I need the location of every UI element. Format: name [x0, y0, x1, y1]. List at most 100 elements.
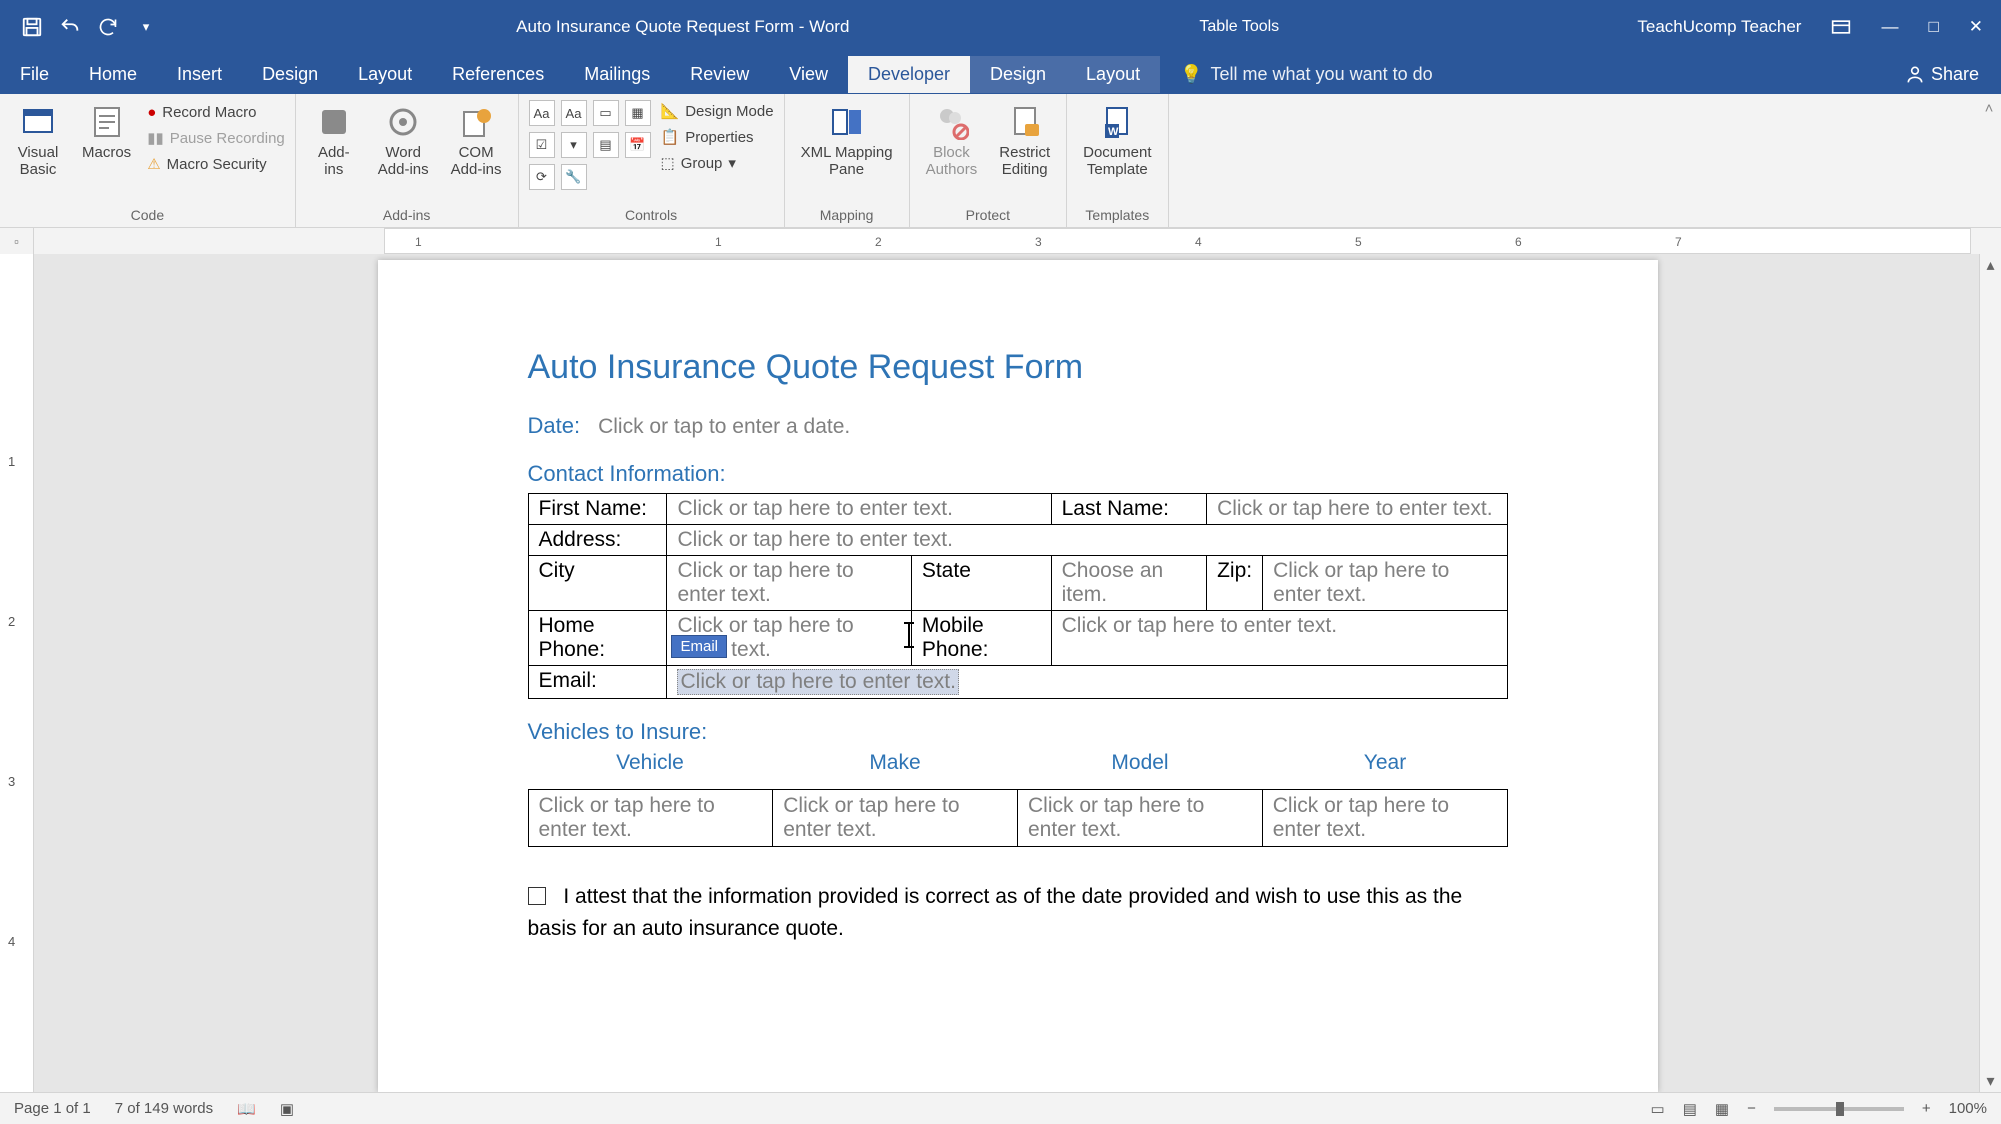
block-authors-label: Block Authors	[926, 144, 978, 178]
last-name-field[interactable]: Click or tap here to enter text.	[1207, 494, 1507, 525]
email-field[interactable]: Click or tap here to enter text.	[677, 669, 958, 695]
city-field[interactable]: Click or tap here to enter text.	[667, 556, 911, 611]
tab-design[interactable]: Design	[242, 56, 338, 93]
table-row: Address: Click or tap here to enter text…	[528, 525, 1507, 556]
tab-mailings[interactable]: Mailings	[564, 56, 670, 93]
group-addins-label: Add-ins	[306, 203, 508, 223]
tab-developer[interactable]: Developer	[848, 56, 970, 93]
tell-me-search[interactable]: 💡 Tell me what you want to do	[1160, 64, 1883, 85]
building-block-control-icon[interactable]: ▦	[625, 100, 651, 126]
group-icon: ⬚	[661, 154, 675, 172]
save-icon[interactable]	[20, 15, 44, 39]
date-control-icon[interactable]: 📅	[625, 132, 651, 158]
ruler-corner[interactable]: ▫	[0, 228, 34, 254]
word-addins-button[interactable]: Word Add-ins	[372, 100, 435, 182]
macro-security-button[interactable]: ⚠Macro Security	[147, 155, 285, 173]
zoom-in-icon[interactable]: +	[1922, 1100, 1931, 1117]
record-macro-button[interactable]: ●Record Macro	[147, 104, 285, 121]
redo-icon[interactable]	[96, 15, 120, 39]
vertical-ruler[interactable]: 1 2 3 4	[0, 254, 34, 1092]
addins-button[interactable]: Add- ins	[306, 100, 362, 182]
zoom-slider-thumb[interactable]	[1836, 1102, 1844, 1116]
macro-recorder-icon[interactable]: ▣	[280, 1100, 294, 1118]
date-content-control[interactable]: Click or tap to enter a date.	[598, 415, 850, 439]
properties-label: Properties	[685, 129, 753, 146]
share-button[interactable]: Share	[1883, 64, 2001, 85]
collapse-ribbon-icon[interactable]: ˄	[1977, 94, 2001, 227]
pause-recording-button[interactable]: ▮▮Pause Recording	[147, 129, 285, 147]
undo-icon[interactable]	[58, 15, 82, 39]
zip-field[interactable]: Click or tap here to enter text.	[1263, 556, 1507, 611]
xml-mapping-button[interactable]: XML Mapping Pane	[795, 100, 899, 182]
vertical-scrollbar[interactable]: ▴ ▾	[1979, 254, 2001, 1092]
legacy-tools-icon[interactable]: 🔧	[561, 164, 587, 190]
scrollbar-track[interactable]	[1980, 276, 2001, 1070]
visual-basic-button[interactable]: Visual Basic	[10, 100, 66, 182]
document-title: Auto Insurance Quote Request Form - Word	[516, 17, 849, 37]
repeating-control-icon[interactable]: ⟳	[529, 164, 555, 190]
contact-section-header: Contact Information:	[528, 461, 1508, 487]
word-count[interactable]: 7 of 149 words	[115, 1100, 213, 1117]
table-row: City Click or tap here to enter text. St…	[528, 556, 1507, 611]
tab-home[interactable]: Home	[69, 56, 157, 93]
combobox-control-icon[interactable]: ▾	[561, 132, 587, 158]
group-button[interactable]: ⬚Group ▾	[661, 154, 774, 172]
rich-text-control-icon[interactable]: Aa	[529, 100, 555, 126]
close-icon[interactable]: ✕	[1969, 17, 1983, 37]
ribbon-display-icon[interactable]	[1831, 19, 1851, 35]
quick-access-toolbar: ▾	[0, 15, 158, 39]
tab-review[interactable]: Review	[670, 56, 769, 93]
checkbox-control-icon[interactable]: ☑	[529, 132, 555, 158]
tab-layout[interactable]: Layout	[338, 56, 432, 93]
tab-view[interactable]: View	[769, 56, 848, 93]
restrict-editing-button[interactable]: Restrict Editing	[993, 100, 1056, 182]
maximize-icon[interactable]: □	[1928, 17, 1938, 37]
zoom-slider[interactable]	[1774, 1107, 1904, 1111]
scroll-down-icon[interactable]: ▾	[1980, 1070, 2001, 1092]
vehicle-field[interactable]: Click or tap here to enter text.	[528, 790, 773, 847]
group-templates: WDocument Template Templates	[1067, 94, 1168, 227]
picture-control-icon[interactable]: ▭	[593, 100, 619, 126]
year-field[interactable]: Click or tap here to enter text.	[1262, 790, 1507, 847]
address-field[interactable]: Click or tap here to enter text.	[667, 525, 1507, 556]
document-viewport[interactable]: Auto Insurance Quote Request Form Date: …	[34, 254, 2001, 1092]
horizontal-ruler[interactable]: 11234567	[384, 228, 1971, 254]
tab-context-layout[interactable]: Layout	[1066, 56, 1160, 93]
state-field[interactable]: Choose an item.	[1051, 556, 1206, 611]
make-field[interactable]: Click or tap here to enter text.	[773, 790, 1018, 847]
document-template-button[interactable]: WDocument Template	[1077, 100, 1157, 182]
macros-button[interactable]: Macros	[76, 100, 137, 165]
minimize-icon[interactable]: —	[1881, 17, 1898, 37]
tab-context-design[interactable]: Design	[970, 56, 1066, 93]
zoom-out-icon[interactable]: −	[1747, 1100, 1756, 1117]
group-mapping: XML Mapping Pane Mapping	[785, 94, 910, 227]
window-controls: — □ ✕	[1881, 17, 1983, 37]
properties-button[interactable]: 📋Properties	[661, 128, 774, 146]
model-field[interactable]: Click or tap here to enter text.	[1018, 790, 1263, 847]
work-area: 1 2 3 4 Auto Insurance Quote Request For…	[0, 254, 2001, 1092]
web-layout-icon[interactable]: ▦	[1715, 1100, 1729, 1118]
tab-references[interactable]: References	[432, 56, 564, 93]
macros-label: Macros	[82, 144, 131, 161]
tab-file[interactable]: File	[0, 56, 69, 93]
scroll-up-icon[interactable]: ▴	[1980, 254, 2001, 276]
print-layout-icon[interactable]: ▤	[1683, 1100, 1697, 1118]
qat-customize-icon[interactable]: ▾	[134, 15, 158, 39]
design-mode-button[interactable]: 📐Design Mode	[661, 102, 774, 120]
com-addins-button[interactable]: COM Add-ins	[445, 100, 508, 182]
plain-text-control-icon[interactable]: Aa	[561, 100, 587, 126]
zoom-level[interactable]: 100%	[1949, 1100, 1987, 1117]
city-label: City	[528, 556, 667, 611]
block-authors-button[interactable]: Block Authors	[920, 100, 984, 182]
mobile-phone-field[interactable]: Click or tap here to enter text.	[1051, 611, 1507, 666]
dropdown-control-icon[interactable]: ▤	[593, 132, 619, 158]
attestation-checkbox[interactable]	[528, 887, 546, 905]
tab-insert[interactable]: Insert	[157, 56, 242, 93]
read-mode-icon[interactable]: ▭	[1651, 1100, 1665, 1118]
spell-check-icon[interactable]: 📖	[237, 1100, 256, 1118]
restrict-editing-label: Restrict Editing	[999, 144, 1050, 178]
content-control-tag[interactable]: Email	[671, 635, 727, 658]
zip-label: Zip:	[1207, 556, 1263, 611]
first-name-field[interactable]: Click or tap here to enter text.	[667, 494, 1051, 525]
page-indicator[interactable]: Page 1 of 1	[14, 1100, 91, 1117]
